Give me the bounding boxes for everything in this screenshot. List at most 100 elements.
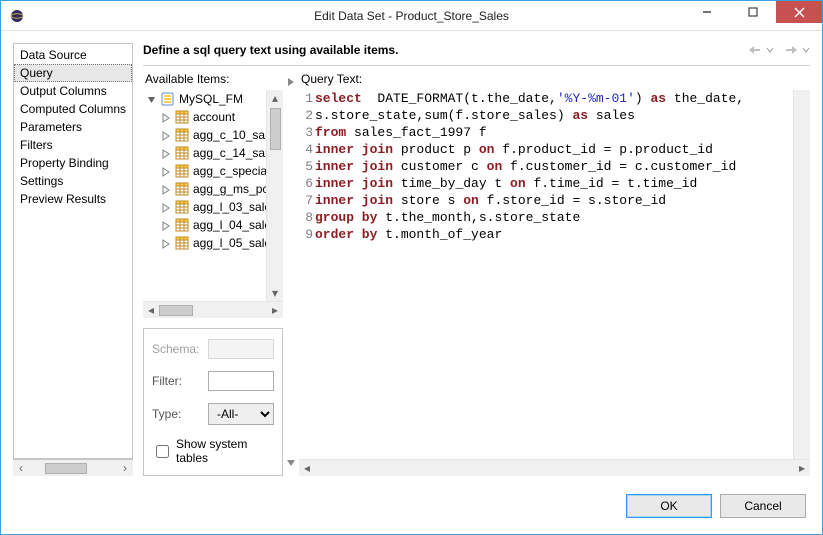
query-label: Query Text: [299,72,810,90]
maximize-button[interactable] [730,1,776,23]
table-icon [174,235,190,251]
tree-item-label: account [193,110,235,124]
tree-root-label: MySQL_FM [179,92,243,106]
scroll-thumb[interactable] [159,305,193,316]
close-button[interactable] [776,1,822,23]
header-row: Define a sql query text using available … [143,43,810,57]
tree-item[interactable]: account [143,108,266,126]
query-h-scrollbar[interactable]: ◂ ▸ [299,459,810,476]
tree-item[interactable]: agg_c_10_sales_fact_1997 [143,126,266,144]
nav-item-settings[interactable]: Settings [14,172,132,190]
dialog-window: Edit Data Set - Product_Store_Sales Data… [0,0,823,535]
table-icon [174,181,190,197]
show-system-label: Show system tables [176,437,274,465]
schema-row: Schema: [152,339,274,359]
eclipse-icon [9,8,25,24]
tree-item[interactable]: agg_l_03_sales_fact_1997 [143,198,266,216]
upper-area: Data SourceQueryOutput ColumnsComputed C… [13,43,810,476]
scroll-right-icon[interactable]: ▸ [267,303,283,318]
twisty-closed-icon[interactable] [161,238,171,248]
table-icon [174,199,190,215]
twisty-open-icon[interactable] [147,94,157,104]
twisty-closed-icon[interactable] [161,202,171,212]
type-label: Type: [152,407,202,421]
title-bar: Edit Data Set - Product_Store_Sales [1,1,822,31]
twisty-closed-icon[interactable] [161,184,171,194]
scroll-down-icon[interactable]: ▾ [268,285,283,301]
twisty-closed-icon[interactable] [161,220,171,230]
tree-item[interactable]: agg_l_05_sales_fact_1997 [143,234,266,252]
filter-label: Filter: [152,374,202,388]
nav-item-output-columns[interactable]: Output Columns [14,82,132,100]
table-icon [174,217,190,233]
tree-item-label: agg_l_05_sales_fact_1997 [193,236,266,250]
tree-item-label: agg_l_04_sales_fact_1997 [193,218,266,232]
tree-item[interactable]: agg_c_special_sales_fact_1997 [143,162,266,180]
scroll-left-icon[interactable]: ◂ [299,460,315,476]
schema-label: Schema: [152,342,202,356]
scroll-right-icon[interactable]: ▸ [794,460,810,476]
filter-box: Schema: Filter: Type: -All- [143,328,283,476]
tree-item[interactable]: agg_l_04_sales_fact_1997 [143,216,266,234]
scroll-left-icon[interactable]: ◂ [143,303,159,318]
available-tree[interactable]: MySQL_FMaccount agg_c_10_sales_fact_1997a… [143,90,266,301]
twisty-closed-icon[interactable] [161,148,171,158]
query-editor[interactable]: 1select DATE_FORMAT(t.the_date,'%Y-%m-01… [299,90,793,459]
query-v-scrollbar[interactable] [793,90,810,459]
cancel-button[interactable]: Cancel [720,494,806,518]
nav-list: Data SourceQueryOutput ColumnsComputed C… [14,46,132,208]
type-row: Type: -All- [152,403,274,425]
tree-item-label: agg_l_03_sales_fact_1997 [193,200,266,214]
transfer-buttons [283,72,299,476]
back-button[interactable] [748,44,774,56]
twisty-closed-icon[interactable] [161,130,171,140]
client-area: Data SourceQueryOutput ColumnsComputed C… [1,31,822,534]
scroll-up-icon[interactable]: ▴ [268,90,283,106]
table-icon [174,163,190,179]
header-buttons [748,44,810,56]
window-buttons [684,1,822,23]
minimize-button[interactable] [684,1,730,23]
filter-input[interactable] [208,371,274,391]
move-right-button[interactable] [285,76,297,91]
nav-item-property-binding[interactable]: Property Binding [14,154,132,172]
tree-h-scrollbar[interactable]: ◂ ▸ [143,301,283,318]
page-heading: Define a sql query text using available … [143,43,748,57]
ok-button[interactable]: OK [626,494,712,518]
tree-item[interactable]: agg_g_ms_pcat_sales_fact_1997 [143,180,266,198]
twisty-closed-icon[interactable] [161,112,171,122]
panes-row: Available Items: MySQL_FMaccountagg_c_10… [143,72,810,476]
type-select[interactable]: -All- [208,403,274,425]
nav-item-computed-columns[interactable]: Computed Columns [14,100,132,118]
dialog-buttons: OK Cancel [13,476,810,522]
show-system-row: Show system tables [152,437,274,465]
scroll-thumb[interactable] [270,108,281,150]
scroll-left-icon[interactable]: ‹ [13,461,29,476]
tree-v-scrollbar[interactable]: ▴ ▾ [266,90,283,301]
divider [143,65,810,66]
nav-item-filters[interactable]: Filters [14,136,132,154]
tree-item-label: agg_g_ms_pcat_sales_fact_1997 [193,182,266,196]
nav-item-query[interactable]: Query [14,64,132,82]
tree-root[interactable]: MySQL_FM [143,90,266,108]
filter-row: Filter: [152,371,274,391]
twisty-closed-icon[interactable] [161,166,171,176]
right-panel: Define a sql query text using available … [143,43,810,476]
table-icon [174,109,190,125]
table-icon [174,127,190,143]
nav-item-data-source[interactable]: Data Source [14,46,132,64]
nav-panel: Data SourceQueryOutput ColumnsComputed C… [13,43,133,459]
tree-item-label: agg_c_10_sales_fact_1997 [193,128,266,142]
move-down-button[interactable] [285,457,297,472]
nav-column: Data SourceQueryOutput ColumnsComputed C… [13,43,133,476]
datasource-icon [160,91,176,107]
nav-h-scrollbar[interactable]: ‹ › [13,459,133,476]
scroll-thumb[interactable] [45,463,87,474]
show-system-checkbox[interactable] [156,445,169,458]
nav-item-parameters[interactable]: Parameters [14,118,132,136]
nav-item-preview-results[interactable]: Preview Results [14,190,132,208]
scroll-right-icon[interactable]: › [117,461,133,476]
forward-button[interactable] [784,44,810,56]
tree-item[interactable]: agg_c_14_sales_fact_1997 [143,144,266,162]
query-column: Query Text: 1select DATE_FORMAT(t.the_da… [299,72,810,476]
